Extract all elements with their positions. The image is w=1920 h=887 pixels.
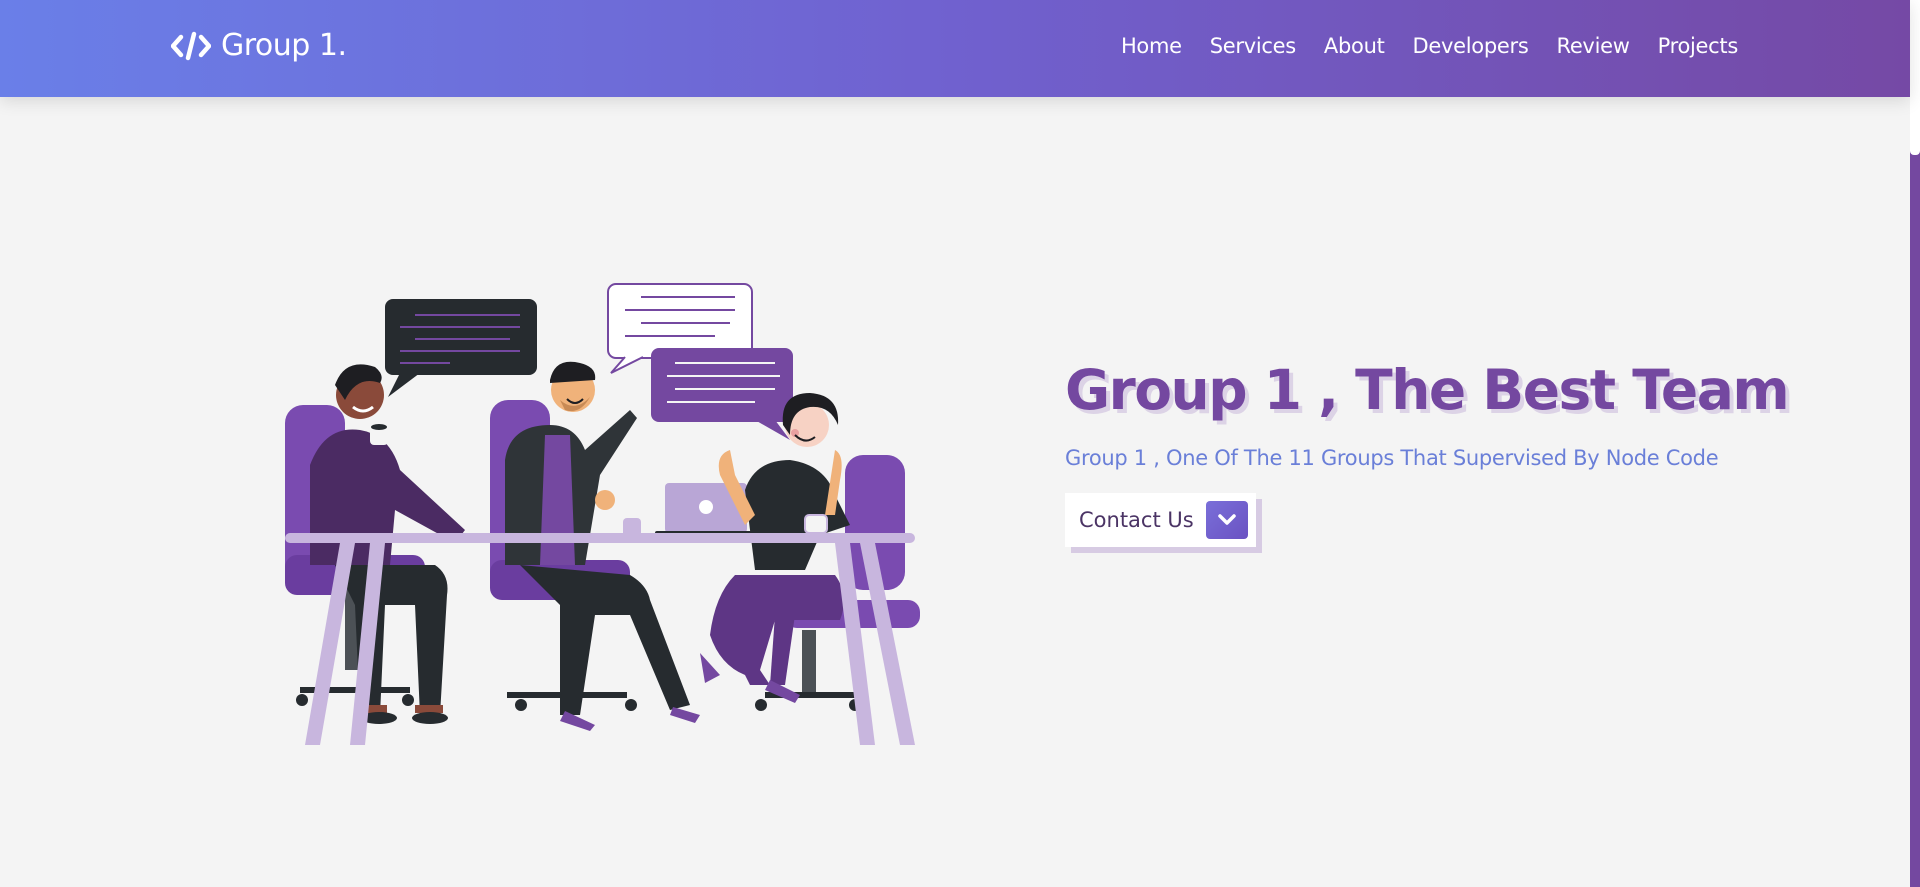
nav-developers[interactable]: Developers	[1413, 34, 1529, 58]
nav-projects[interactable]: Projects	[1658, 34, 1739, 58]
nav-services[interactable]: Services	[1210, 34, 1296, 58]
logo[interactable]: Group 1.	[171, 28, 347, 63]
speech-bubble-purple	[651, 348, 793, 440]
scrollbar-track[interactable]	[1910, 0, 1920, 887]
person-right	[700, 393, 850, 703]
hero-title: Group 1 , The Best Team	[1065, 358, 1790, 422]
contact-us-label: Contact Us	[1079, 508, 1194, 532]
hero-content: Group 1 , The Best Team Group 1 , One Of…	[1065, 358, 1790, 547]
nav-about[interactable]: About	[1324, 34, 1385, 58]
chevron-down-icon	[1205, 501, 1248, 539]
scrollbar-thumb[interactable]	[1910, 0, 1920, 155]
contact-us-button[interactable]: Contact Us	[1065, 493, 1256, 547]
code-icon	[171, 31, 211, 60]
team-meeting-illustration	[285, 283, 920, 745]
nav-home[interactable]: Home	[1121, 34, 1182, 58]
nav-review[interactable]: Review	[1556, 34, 1629, 58]
hero-subtitle: Group 1 , One Of The 11 Groups That Supe…	[1065, 446, 1719, 470]
logo-text: Group 1.	[221, 28, 347, 63]
speech-bubble-dark	[385, 299, 537, 397]
site-header: Group 1. Home Services About Developers …	[0, 0, 1910, 97]
main-nav: Home Services About Developers Review Pr…	[1121, 34, 1738, 58]
